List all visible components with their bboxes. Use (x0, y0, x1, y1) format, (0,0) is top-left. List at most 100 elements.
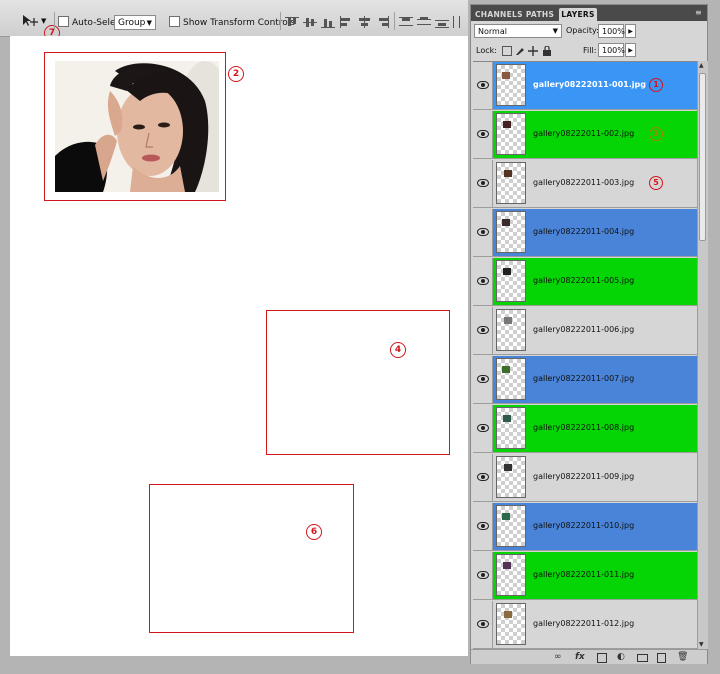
eye-icon[interactable] (477, 277, 489, 285)
tab-paths[interactable]: PATHS (525, 8, 555, 21)
trash-icon[interactable]: 🗑 (677, 652, 688, 662)
layer-name[interactable]: gallery08222011-003.jpg (533, 178, 634, 187)
distribute-vcenter-icon[interactable] (417, 15, 433, 29)
visibility-toggle[interactable] (473, 356, 493, 403)
thumbnail-image (504, 464, 512, 471)
tab-layers[interactable]: LAYERS (559, 8, 597, 21)
layer-row[interactable]: gallery08222011-012.jpg (473, 601, 697, 649)
lock-transparency-icon[interactable] (502, 46, 512, 56)
layer-name[interactable]: gallery08222011-007.jpg (533, 374, 634, 383)
thumbnail-image (502, 72, 510, 79)
visibility-toggle[interactable] (473, 601, 493, 648)
eye-icon[interactable] (477, 620, 489, 628)
align-vcenter-icon[interactable] (303, 15, 319, 29)
layer-name[interactable]: gallery08222011-006.jpg (533, 325, 634, 334)
image-frame[interactable] (44, 52, 226, 201)
visibility-toggle[interactable] (473, 111, 493, 158)
placeholder-frame[interactable] (149, 484, 354, 633)
opacity-field[interactable]: 100% (598, 24, 625, 38)
tool-preset-chevron-icon[interactable]: ▼ (41, 17, 46, 25)
align-hcenter-icon[interactable] (357, 15, 373, 29)
distribute-top-icon[interactable] (399, 15, 415, 29)
opacity-arrow-button[interactable]: ▶ (625, 24, 636, 38)
layer-row[interactable]: gallery08222011-004.jpg (473, 209, 697, 257)
visibility-toggle[interactable] (473, 209, 493, 256)
layer-name[interactable]: gallery08222011-001.jpg (533, 80, 646, 89)
lock-position-icon[interactable] (528, 46, 538, 56)
layer-name[interactable]: gallery08222011-009.jpg (533, 472, 634, 481)
eye-icon[interactable] (477, 179, 489, 187)
eye-icon[interactable] (477, 375, 489, 383)
tab-channels[interactable]: CHANNELS (475, 8, 523, 21)
fill-arrow-button[interactable]: ▶ (625, 43, 636, 57)
eye-icon[interactable] (477, 571, 489, 579)
layer-name[interactable]: gallery08222011-010.jpg (533, 521, 634, 530)
link-icon[interactable]: ∞ (554, 652, 562, 662)
scroll-down-icon[interactable]: ▼ (699, 641, 704, 648)
layer-name[interactable]: gallery08222011-004.jpg (533, 227, 634, 236)
align-bottom-icon[interactable] (321, 15, 337, 29)
visibility-toggle[interactable] (473, 454, 493, 501)
layer-row[interactable]: gallery08222011-011.jpg (473, 552, 697, 600)
visibility-toggle[interactable] (473, 552, 493, 599)
layer-name[interactable]: gallery08222011-008.jpg (533, 423, 634, 432)
eye-icon[interactable] (477, 424, 489, 432)
eye-icon[interactable] (477, 326, 489, 334)
thumbnail-image (503, 121, 511, 128)
layers-scrollbar[interactable]: ▲ ▼ (697, 61, 708, 649)
distribute-bottom-icon[interactable] (435, 15, 451, 29)
layer-row[interactable]: gallery08222011-007.jpg (473, 356, 697, 404)
move-tool-icon[interactable] (22, 14, 40, 28)
new-layer-icon[interactable] (657, 653, 666, 663)
visibility-toggle[interactable] (473, 62, 493, 109)
layer-row[interactable]: gallery08222011-002.jpg 3 (473, 111, 697, 159)
lock-all-icon[interactable] (542, 45, 552, 56)
group-icon[interactable] (637, 654, 648, 662)
mask-icon[interactable] (597, 653, 607, 663)
lock-pixels-icon[interactable] (515, 46, 525, 56)
layer-row[interactable]: gallery08222011-003.jpg 5 (473, 160, 697, 208)
layer-name[interactable]: gallery08222011-005.jpg (533, 276, 634, 285)
checkbox-box[interactable] (169, 16, 180, 27)
layer-name[interactable]: gallery08222011-002.jpg (533, 129, 634, 138)
document-canvas[interactable]: 2 4 6 (10, 36, 468, 656)
visibility-toggle[interactable] (473, 503, 493, 550)
lock-label: Lock: (476, 46, 497, 55)
visibility-toggle[interactable] (473, 258, 493, 305)
eye-icon[interactable] (477, 228, 489, 236)
visibility-toggle[interactable] (473, 307, 493, 354)
panel-menu-icon[interactable]: ≡ (695, 8, 702, 17)
eye-icon[interactable] (477, 130, 489, 138)
eye-icon[interactable] (477, 522, 489, 530)
auto-select-dropdown[interactable]: Group ▼ (114, 15, 156, 30)
layer-name[interactable]: gallery08222011-012.jpg (533, 619, 634, 628)
chevron-down-icon: ▼ (146, 19, 152, 27)
align-top-icon[interactable] (285, 15, 301, 29)
layer-row[interactable]: gallery08222011-009.jpg (473, 454, 697, 502)
layer-thumbnail (496, 505, 526, 547)
scrollbar-thumb[interactable] (699, 73, 706, 241)
layer-row[interactable]: gallery08222011-010.jpg (473, 503, 697, 551)
fx-icon[interactable]: fx (575, 652, 585, 662)
checkbox-box[interactable] (58, 16, 69, 27)
visibility-toggle[interactable] (473, 405, 493, 452)
eye-icon[interactable] (477, 81, 489, 89)
visibility-toggle[interactable] (473, 160, 493, 207)
fill-value: 100% (602, 46, 625, 55)
align-right-icon[interactable] (375, 15, 391, 29)
layer-row[interactable]: gallery08222011-006.jpg (473, 307, 697, 355)
show-transform-checkbox[interactable]: Show Transform Controls (169, 16, 295, 28)
placeholder-frame[interactable] (266, 310, 450, 455)
layer-row[interactable]: gallery08222011-008.jpg (473, 405, 697, 453)
layer-row[interactable]: gallery08222011-005.jpg (473, 258, 697, 306)
distribute-left-icon[interactable] (452, 15, 464, 29)
thumbnail-image (503, 562, 511, 569)
layer-name[interactable]: gallery08222011-011.jpg (533, 570, 634, 579)
eye-icon[interactable] (477, 473, 489, 481)
fill-field[interactable]: 100% (598, 43, 625, 57)
align-left-icon[interactable] (339, 15, 355, 29)
blend-mode-dropdown[interactable]: Normal ▼ (474, 24, 562, 38)
layer-row[interactable]: gallery08222011-001.jpg 1 (473, 62, 697, 110)
scroll-up-icon[interactable]: ▲ (699, 62, 704, 69)
adjustment-icon[interactable]: ◐ (617, 652, 625, 662)
